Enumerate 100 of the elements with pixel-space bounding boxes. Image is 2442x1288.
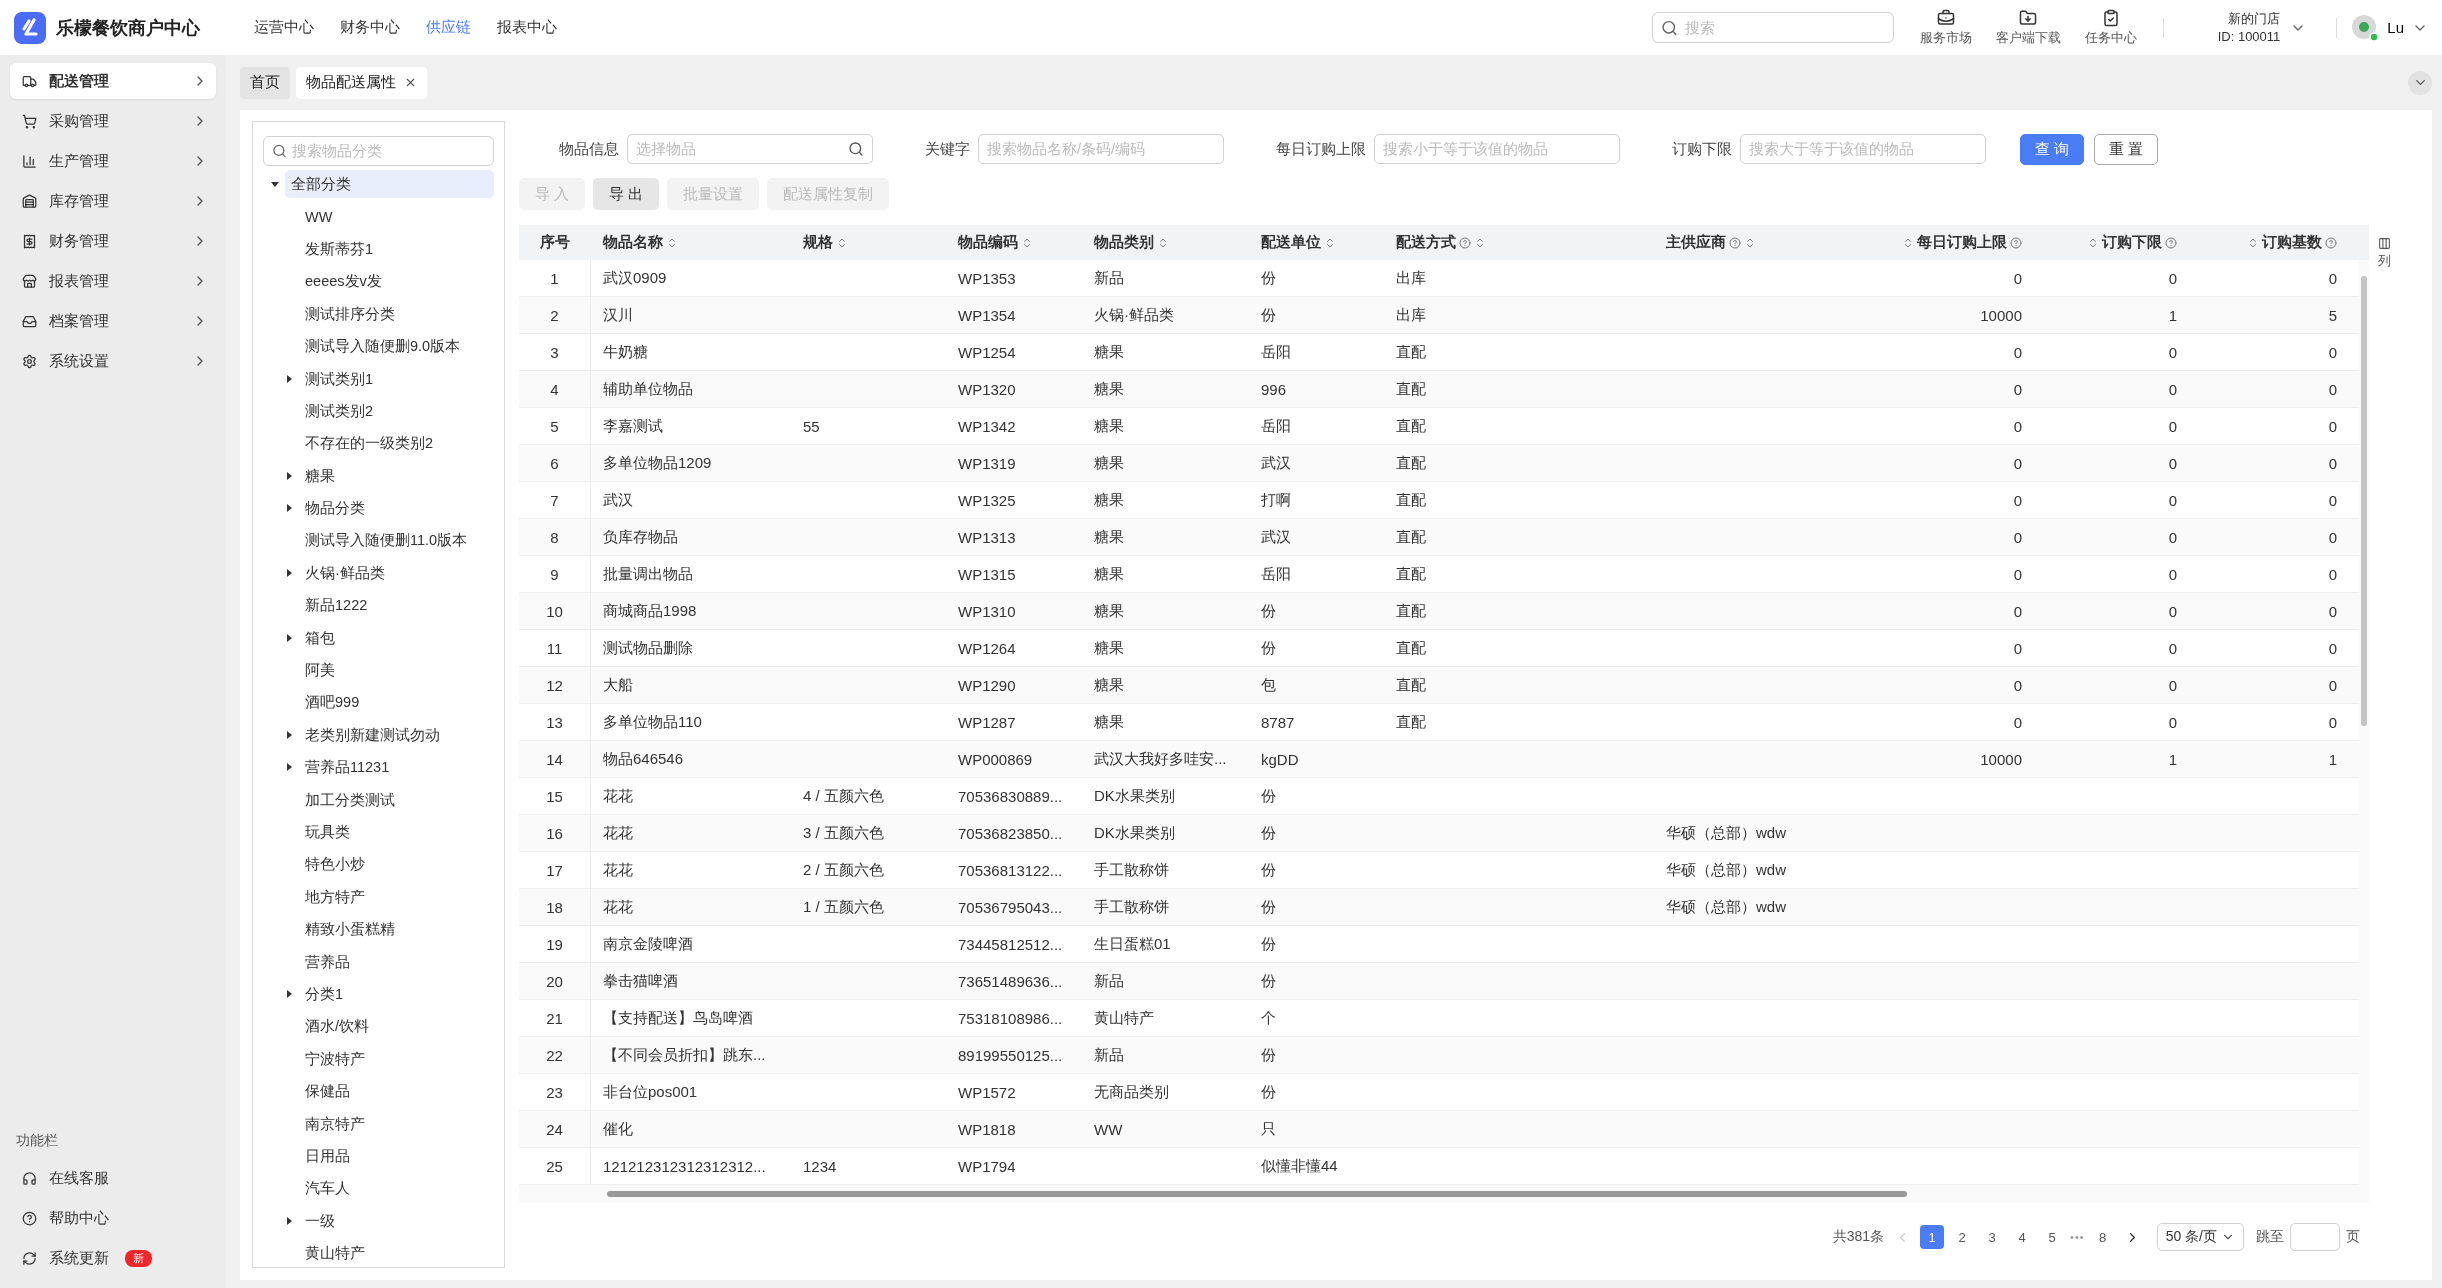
tree-item[interactable]: 营养品11231 bbox=[299, 753, 396, 782]
column-header[interactable]: 物品编码 bbox=[958, 233, 1018, 252]
column-header[interactable]: 主供应商 bbox=[1666, 233, 1726, 252]
page-button[interactable]: 8 bbox=[2090, 1225, 2115, 1249]
search-field[interactable]: 搜索 bbox=[1651, 12, 1894, 43]
user-menu[interactable]: Lu bbox=[2351, 13, 2428, 42]
close-icon[interactable] bbox=[404, 76, 417, 89]
sidebar-item[interactable]: 库存管理 bbox=[10, 183, 216, 219]
page-button[interactable]: 4 bbox=[2010, 1225, 2035, 1249]
sort-icon[interactable] bbox=[1324, 236, 1336, 249]
tree-item[interactable]: 地方特产 bbox=[299, 882, 371, 911]
column-header[interactable]: 规格 bbox=[803, 233, 833, 252]
column-header[interactable]: 订购基数 bbox=[2262, 233, 2322, 252]
filter-field[interactable]: 搜索小于等于该值的物品 bbox=[1374, 134, 1620, 164]
tree-item[interactable]: 宁波特产 bbox=[299, 1044, 371, 1073]
sort-icon[interactable] bbox=[666, 236, 678, 249]
tree-item[interactable]: 特色小炒 bbox=[299, 850, 371, 879]
tree-item[interactable]: 黄山特产 bbox=[299, 1239, 371, 1268]
sort-icon[interactable] bbox=[2247, 236, 2259, 249]
tree-item[interactable]: 不存在的一级类别2 bbox=[299, 429, 440, 458]
tree-item[interactable]: 老类别新建测试勿动 bbox=[299, 720, 446, 749]
toolbar-button[interactable]: 服务市场 bbox=[1907, 8, 1984, 47]
tree-item[interactable]: 糖果 bbox=[299, 461, 341, 490]
tree-item[interactable]: WW bbox=[299, 202, 339, 231]
column-settings-button[interactable]: 列 bbox=[2369, 225, 2399, 285]
tree-item[interactable]: 玩具类 bbox=[299, 818, 356, 846]
tree-item[interactable]: 新品1222 bbox=[299, 591, 374, 620]
tree-item[interactable]: 汽车人 bbox=[299, 1174, 356, 1203]
filter-field[interactable]: 搜索大于等于该值的物品 bbox=[1740, 134, 1986, 164]
tree-item[interactable]: 箱包 bbox=[299, 623, 341, 652]
help-icon[interactable] bbox=[1459, 236, 1471, 249]
nav-link[interactable]: 财务中心 bbox=[340, 18, 400, 37]
tree-item[interactable]: 精致小蛋糕精 bbox=[299, 915, 401, 944]
column-header[interactable]: 序号 bbox=[540, 233, 570, 252]
sort-icon[interactable] bbox=[1474, 236, 1486, 249]
page-button[interactable]: 3 bbox=[1980, 1225, 2005, 1249]
page-button[interactable]: 1 bbox=[1920, 1225, 1945, 1249]
item-picker-field[interactable]: 选择物品 bbox=[627, 134, 873, 164]
page-size-select[interactable]: 50 条/页 bbox=[2156, 1223, 2244, 1251]
tree-item[interactable]: 一级 bbox=[299, 1206, 341, 1235]
tree-item[interactable]: 阿美 bbox=[299, 656, 341, 685]
sidebar-item[interactable]: 在线客服 bbox=[10, 1160, 216, 1196]
tree-item[interactable]: 加工分类测试 bbox=[299, 785, 401, 814]
sort-icon[interactable] bbox=[1902, 236, 1914, 249]
page-tab[interactable]: 首页 bbox=[240, 66, 290, 99]
sort-icon[interactable] bbox=[1021, 236, 1033, 249]
nav-link[interactable]: 运营中心 bbox=[254, 18, 314, 37]
tree-item[interactable]: 日用品 bbox=[299, 1141, 356, 1170]
sidebar-item[interactable]: 系统设置 bbox=[10, 343, 216, 379]
toolbar-button[interactable]: 客户端下载 bbox=[1983, 8, 2073, 47]
tree-item[interactable]: 保健品 bbox=[299, 1077, 356, 1106]
tree-item[interactable]: 分类1 bbox=[299, 979, 350, 1008]
column-header[interactable]: 配送方式 bbox=[1396, 233, 1456, 252]
filter-field[interactable]: 搜索物品名称/条码/编码 bbox=[978, 134, 1224, 164]
tree-item[interactable]: 测试类别1 bbox=[299, 364, 380, 393]
toolbar-button[interactable]: 任务中心 bbox=[2072, 8, 2149, 47]
collapse-button[interactable] bbox=[2408, 70, 2432, 95]
tree-item[interactable]: 火锅·鲜品类 bbox=[299, 558, 391, 587]
tree-item[interactable]: 全部分类 bbox=[285, 170, 494, 199]
tree-item[interactable]: 物品分类 bbox=[299, 494, 371, 523]
category-search-field[interactable]: 搜索物品分类 bbox=[263, 136, 494, 166]
tree-item[interactable]: 发斯蒂芬1 bbox=[299, 234, 380, 263]
page-tab[interactable]: 物品配送属性 bbox=[296, 66, 427, 99]
help-icon[interactable] bbox=[1729, 236, 1741, 249]
column-header[interactable]: 每日订购上限 bbox=[1917, 233, 2007, 252]
help-icon[interactable] bbox=[2165, 236, 2177, 249]
nav-link[interactable]: 供应链 bbox=[426, 18, 471, 37]
sidebar-item[interactable]: 财务管理 bbox=[10, 223, 216, 259]
sidebar-item[interactable]: 帮助中心 bbox=[10, 1200, 216, 1236]
sort-icon[interactable] bbox=[836, 236, 848, 249]
tree-item[interactable]: 营养品 bbox=[299, 947, 356, 976]
tree-item[interactable]: 测试导入随便删11.0版本 bbox=[299, 526, 474, 555]
tree-item[interactable]: eeees发v发 bbox=[299, 267, 388, 296]
column-header[interactable]: 配送单位 bbox=[1261, 233, 1321, 252]
page-jump-field[interactable] bbox=[2290, 1223, 2340, 1251]
reset-button[interactable]: 重 置 bbox=[2094, 133, 2159, 165]
toolbar-button[interactable]: 导 出 bbox=[593, 178, 660, 210]
store-switcher[interactable]: 新的门店 ID: 100011 bbox=[2177, 9, 2323, 46]
page-button[interactable]: 5 bbox=[2040, 1225, 2065, 1249]
sort-icon[interactable] bbox=[1744, 236, 1756, 249]
sort-icon[interactable] bbox=[1157, 236, 1169, 249]
column-header[interactable]: 订购下限 bbox=[2102, 233, 2162, 252]
tree-item[interactable]: 测试排序分类 bbox=[299, 299, 401, 328]
sidebar-item[interactable]: 配送管理 bbox=[10, 63, 216, 99]
vertical-scrollbar[interactable] bbox=[2359, 260, 2369, 1185]
horizontal-scrollbar[interactable] bbox=[519, 1185, 2369, 1203]
sort-icon[interactable] bbox=[2087, 236, 2099, 249]
sidebar-item[interactable]: 采购管理 bbox=[10, 103, 216, 139]
sidebar-item[interactable]: 档案管理 bbox=[10, 303, 216, 339]
tree-item[interactable]: 南京特产 bbox=[299, 1109, 371, 1138]
help-icon[interactable] bbox=[2325, 236, 2337, 249]
sidebar-item[interactable]: 生产管理 bbox=[10, 143, 216, 179]
nav-link[interactable]: 报表中心 bbox=[497, 18, 557, 37]
tree-item[interactable]: 测试导入随便删9.0版本 bbox=[299, 332, 467, 361]
tree-item[interactable]: 测试类别2 bbox=[299, 396, 380, 425]
sidebar-item[interactable]: 系统更新 新 bbox=[10, 1240, 216, 1276]
help-icon[interactable] bbox=[2010, 236, 2022, 249]
query-button[interactable]: 查 询 bbox=[2020, 133, 2085, 165]
column-header[interactable]: 物品名称 bbox=[603, 233, 663, 252]
page-button[interactable]: 2 bbox=[1950, 1225, 1975, 1249]
